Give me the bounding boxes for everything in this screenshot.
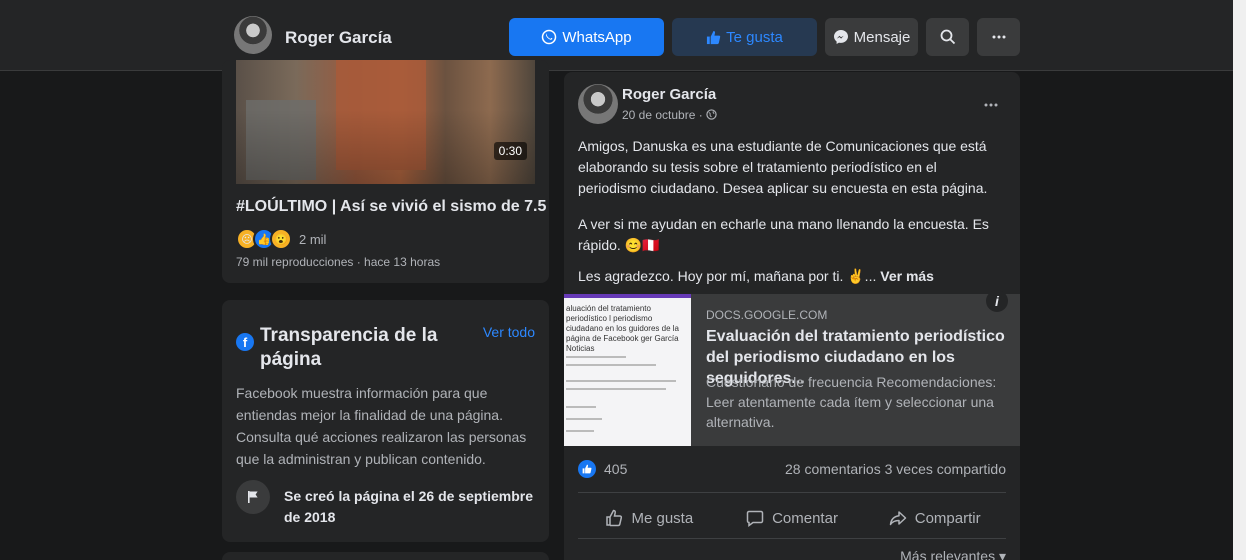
window-edge [1233,0,1246,560]
comment-button[interactable]: Comentar [721,500,864,536]
post-paragraph-1: Amigos, Danuska es una estudiante de Com… [578,138,988,196]
transparency-description: Facebook muestra información para que en… [236,385,527,467]
video-title[interactable]: #LOÚLTIMO | Así se vivió el sismo de 7.5… [236,198,549,216]
see-more-link[interactable]: Ver más [880,268,934,284]
info-icon[interactable]: i [986,290,1008,312]
page-created-date: Se creó la página el 26 de septiembre de… [284,488,533,525]
share-button[interactable]: Compartir [863,500,1006,536]
post-date-text: 20 de octubre · [622,108,707,122]
link-preview[interactable]: aluación del tratamiento periodístico l … [564,290,1020,446]
share-icon [889,511,906,526]
comment-icon [746,510,764,527]
like-label: Te gusta [726,28,783,46]
like-button[interactable]: Me gusta [578,500,721,536]
facebook-icon: f [236,333,254,351]
whatsapp-button[interactable]: WhatsApp [509,18,664,56]
post-timestamp[interactable]: 20 de octubre · [622,108,717,122]
post-paragraph-3: Les agradezco. Hoy por mí, mañana por ti… [578,266,1008,287]
thumbs-up-icon [606,509,623,527]
post-paragraph-2: A ver si me ayudan en echarle una mano l… [578,216,989,253]
globe-icon [706,109,717,120]
flag-icon [236,480,270,514]
comments-shares-count[interactable]: 28 comentarios 3 veces compartido [785,461,1006,477]
post-options-button[interactable] [984,94,998,112]
whatsapp-icon [542,29,557,45]
video-thumbnail[interactable]: 0:30 [236,60,535,184]
see-all-link[interactable]: Ver todo [483,324,535,340]
video-reactions[interactable]: ☹ 👍 😮 2 mil [236,228,326,250]
video-card[interactable]: 0:30 #LOÚLTIMO | Así se vivió el sismo d… [222,60,549,283]
next-card [222,552,549,560]
messenger-icon [833,30,848,44]
like-button-label: Me gusta [631,509,694,527]
post-author-avatar[interactable] [578,84,618,124]
comment-sort-dropdown[interactable]: Más relevantes ▾ [900,548,1006,560]
link-description: Cuestionario de frecuencia Recomendacion… [706,374,997,430]
page-header: Roger García WhatsApp Te gusta Mensaje [0,0,1233,71]
divider [578,492,1006,493]
like-count[interactable]: 405 [604,461,627,477]
message-button[interactable]: Mensaje [825,18,918,56]
reaction-count: 2 mil [299,231,327,247]
message-label: Mensaje [853,28,911,46]
more-horizontal-icon [984,103,998,107]
link-domain: DOCS.GOOGLE.COM [706,308,828,322]
video-meta: 79 mil reproducciones · hace 13 horas [236,255,441,269]
more-options-button[interactable] [977,18,1020,56]
page-avatar[interactable] [234,16,272,54]
link-thumbnail: aluación del tratamiento periodístico l … [564,294,691,446]
search-icon [940,29,955,45]
comment-button-label: Comentar [772,509,838,527]
wow-reaction-icon: 😮 [270,228,292,250]
transparency-title: Transparencia de la página [260,325,438,370]
link-thumbnail-text: aluación del tratamiento periodístico l … [566,304,679,353]
like-page-button[interactable]: Te gusta [672,18,817,56]
video-duration: 0:30 [493,142,527,160]
divider [578,538,1006,539]
post-card: Roger García 20 de octubre · Amigos, Dan… [564,72,1020,560]
post-author-name[interactable]: Roger García [622,86,716,103]
page-name[interactable]: Roger García [285,28,392,48]
thumbs-up-icon [707,30,721,44]
page-transparency-card: f Transparencia de la página Ver todo Fa… [222,300,549,542]
post-stats: 405 28 comentarios 3 veces compartido [578,460,1006,482]
more-horizontal-icon [992,35,1005,39]
facebook-page: Roger García WhatsApp Te gusta Mensaje 0… [0,0,1233,560]
post-paragraph-3-text: Les agradezco. Hoy por mí, mañana por ti… [578,268,881,284]
whatsapp-label: WhatsApp [562,28,632,46]
post-actions: Me gusta Comentar Compartir [578,500,1006,536]
search-button[interactable] [926,18,969,56]
share-button-label: Compartir [914,509,981,527]
like-reaction-icon[interactable] [578,460,596,478]
